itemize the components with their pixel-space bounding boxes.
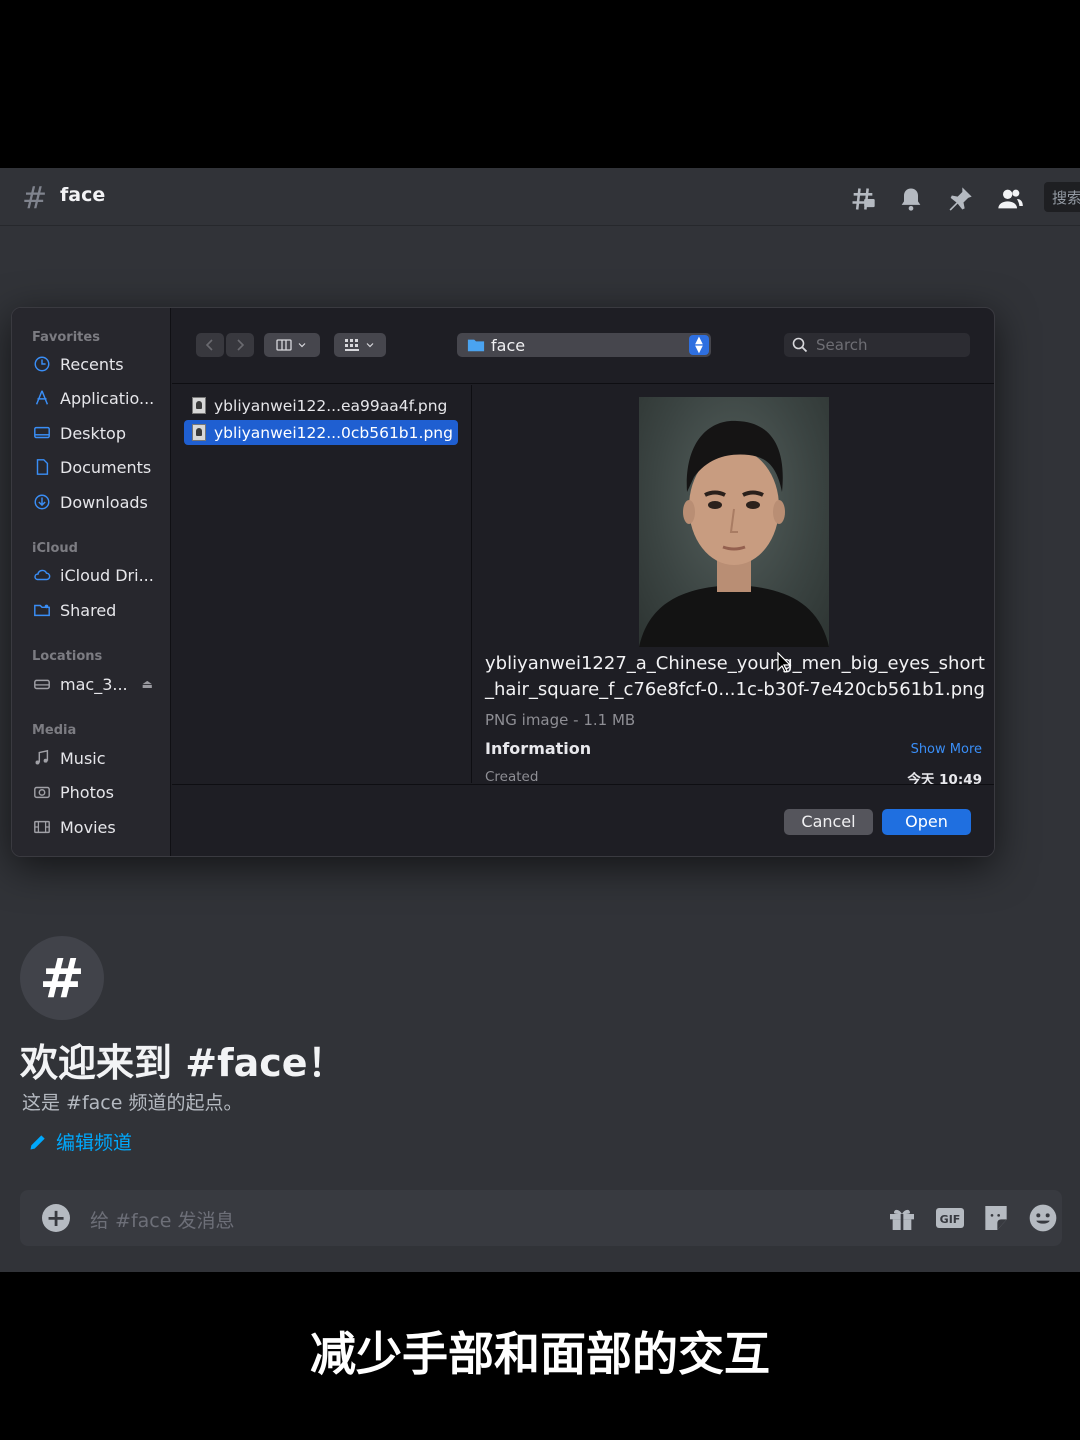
created-label: Created — [485, 769, 539, 785]
sidebar-item-movies[interactable]: Movies — [32, 817, 116, 837]
welcome-title: 欢迎来到 #face！ — [20, 1041, 346, 1085]
information-heading: Information — [485, 739, 592, 758]
file-list: ybliyanwei122...ea99aa4f.png ybliyanwei1… — [172, 385, 472, 783]
folder-name: face — [491, 335, 526, 355]
image-file-icon — [192, 424, 206, 441]
sidebar-section-locations: Locations — [32, 649, 103, 664]
member-list-icon[interactable] — [996, 185, 1024, 213]
welcome-hash-icon: # — [20, 936, 104, 1020]
sidebar-item-mac-drive[interactable]: mac_3... ⏏ — [32, 674, 153, 694]
sidebar-section-icloud: iCloud — [32, 541, 78, 556]
pencil-icon — [30, 1134, 45, 1149]
notification-bell-icon[interactable] — [897, 185, 925, 213]
sidebar-item-applications[interactable]: Applicatio... — [32, 388, 154, 408]
sidebar-item-photos[interactable]: Photos — [32, 782, 114, 802]
sidebar-item-label: Photos — [60, 782, 114, 802]
sidebar-item-documents[interactable]: Documents — [32, 457, 151, 477]
folder-location-select[interactable]: face ▲ ▼ — [457, 333, 711, 357]
channel-header: # face 搜索 — [0, 168, 1080, 226]
sidebar-item-recents[interactable]: Recents — [32, 354, 124, 374]
sidebar-item-label: Music — [60, 748, 106, 768]
back-button[interactable] — [196, 333, 224, 357]
edit-channel-link[interactable]: 编辑频道 — [28, 1128, 132, 1155]
header-search-input[interactable]: 搜索 — [1044, 182, 1080, 212]
document-icon — [32, 457, 52, 477]
file-name: ybliyanwei122...0cb561b1.png — [214, 423, 453, 442]
search-icon — [792, 337, 808, 353]
sidebar-item-label: Applicatio... — [60, 388, 155, 408]
sidebar-item-music[interactable]: Music — [32, 748, 106, 768]
dialog-sidebar: Favorites Recents Applicatio... Desktop … — [12, 308, 171, 856]
shared-folder-icon — [32, 600, 52, 620]
applications-icon — [32, 388, 52, 408]
cancel-button[interactable]: Cancel — [784, 809, 873, 835]
search-placeholder: Search — [816, 336, 868, 354]
sidebar-item-downloads[interactable]: Downloads — [32, 492, 148, 512]
svg-text:GIF: GIF — [940, 1213, 961, 1226]
dialog-footer: Cancel Open — [172, 784, 994, 856]
chevron-left-icon — [205, 339, 213, 351]
sidebar-section-media: Media — [32, 723, 77, 738]
chevron-down-icon — [298, 343, 306, 348]
folder-icon — [467, 339, 485, 352]
channel-name: face — [60, 184, 106, 206]
edit-channel-label: 编辑频道 — [56, 1132, 133, 1154]
file-row-selected[interactable]: ybliyanwei122...0cb561b1.png — [184, 420, 458, 445]
sidebar-item-label: Shared — [60, 600, 117, 620]
threads-icon[interactable] — [849, 185, 877, 213]
cloud-icon — [32, 565, 52, 585]
sidebar-item-label: mac_3... — [60, 674, 128, 694]
sidebar-item-label: iCloud Dri... — [60, 565, 154, 585]
forward-button[interactable] — [226, 333, 254, 357]
preview-file-name: ybliyanwei1227_a_Chinese_young_men_big_e… — [485, 653, 985, 700]
chevron-down-icon — [366, 343, 374, 348]
sidebar-item-icloud-drive[interactable]: iCloud Dri... — [32, 565, 154, 585]
sidebar-item-desktop[interactable]: Desktop — [32, 423, 126, 443]
sidebar-item-label: Recents — [60, 354, 124, 374]
emoji-icon[interactable] — [1027, 1202, 1059, 1234]
eject-icon[interactable]: ⏏ — [142, 677, 153, 691]
video-caption: 减少手部和面部的交互 — [310, 1327, 770, 1381]
gif-button[interactable]: GIF — [934, 1202, 966, 1234]
grid-icon — [345, 339, 359, 351]
show-more-link[interactable]: Show More — [911, 742, 982, 757]
preview-file-meta: PNG image - 1.1 MB — [485, 711, 636, 729]
clock-icon — [32, 354, 52, 374]
sidebar-item-label: Downloads — [60, 492, 148, 512]
music-note-icon — [32, 748, 52, 768]
hard-drive-icon — [32, 674, 52, 694]
group-button[interactable] — [334, 333, 386, 357]
channel-hash-icon: # — [22, 181, 48, 216]
file-name: ybliyanwei122...ea99aa4f.png — [214, 396, 448, 415]
gift-icon[interactable] — [886, 1202, 918, 1234]
add-attachment-button[interactable]: + — [42, 1204, 70, 1232]
file-open-dialog: Favorites Recents Applicatio... Desktop … — [11, 307, 995, 857]
image-file-icon — [192, 397, 206, 414]
preview-image — [639, 397, 829, 647]
download-icon — [32, 492, 52, 512]
file-row[interactable]: ybliyanwei122...ea99aa4f.png — [184, 393, 458, 418]
open-button[interactable]: Open — [882, 809, 971, 835]
mouse-cursor-icon — [777, 652, 792, 673]
camera-icon — [32, 782, 52, 802]
desktop-icon — [32, 423, 52, 443]
sidebar-item-shared[interactable]: Shared — [32, 600, 116, 620]
sidebar-item-label: Documents — [60, 457, 152, 477]
column-view-icon — [276, 339, 292, 351]
message-input[interactable]: 给 #face 发消息 — [90, 1206, 234, 1233]
view-mode-button[interactable] — [264, 333, 320, 357]
search-input[interactable]: Search — [784, 333, 970, 357]
sidebar-item-label: Desktop — [60, 423, 126, 443]
sidebar-item-label: Movies — [60, 817, 116, 837]
message-composer: + 给 #face 发消息 GIF — [20, 1190, 1062, 1246]
pin-icon[interactable] — [946, 185, 974, 213]
film-icon — [32, 817, 52, 837]
file-preview-pane: ybliyanwei1227_a_Chinese_young_men_big_e… — [473, 385, 994, 788]
sidebar-section-favorites: Favorites — [32, 330, 100, 345]
sticker-icon[interactable] — [980, 1202, 1012, 1234]
dialog-toolbar: face ▲ ▼ Search — [172, 308, 994, 384]
welcome-subtitle: 这是 #face 频道的起点。 — [22, 1092, 243, 1114]
up-down-chevron-icon: ▲ ▼ — [689, 335, 709, 355]
chevron-right-icon — [237, 339, 245, 351]
